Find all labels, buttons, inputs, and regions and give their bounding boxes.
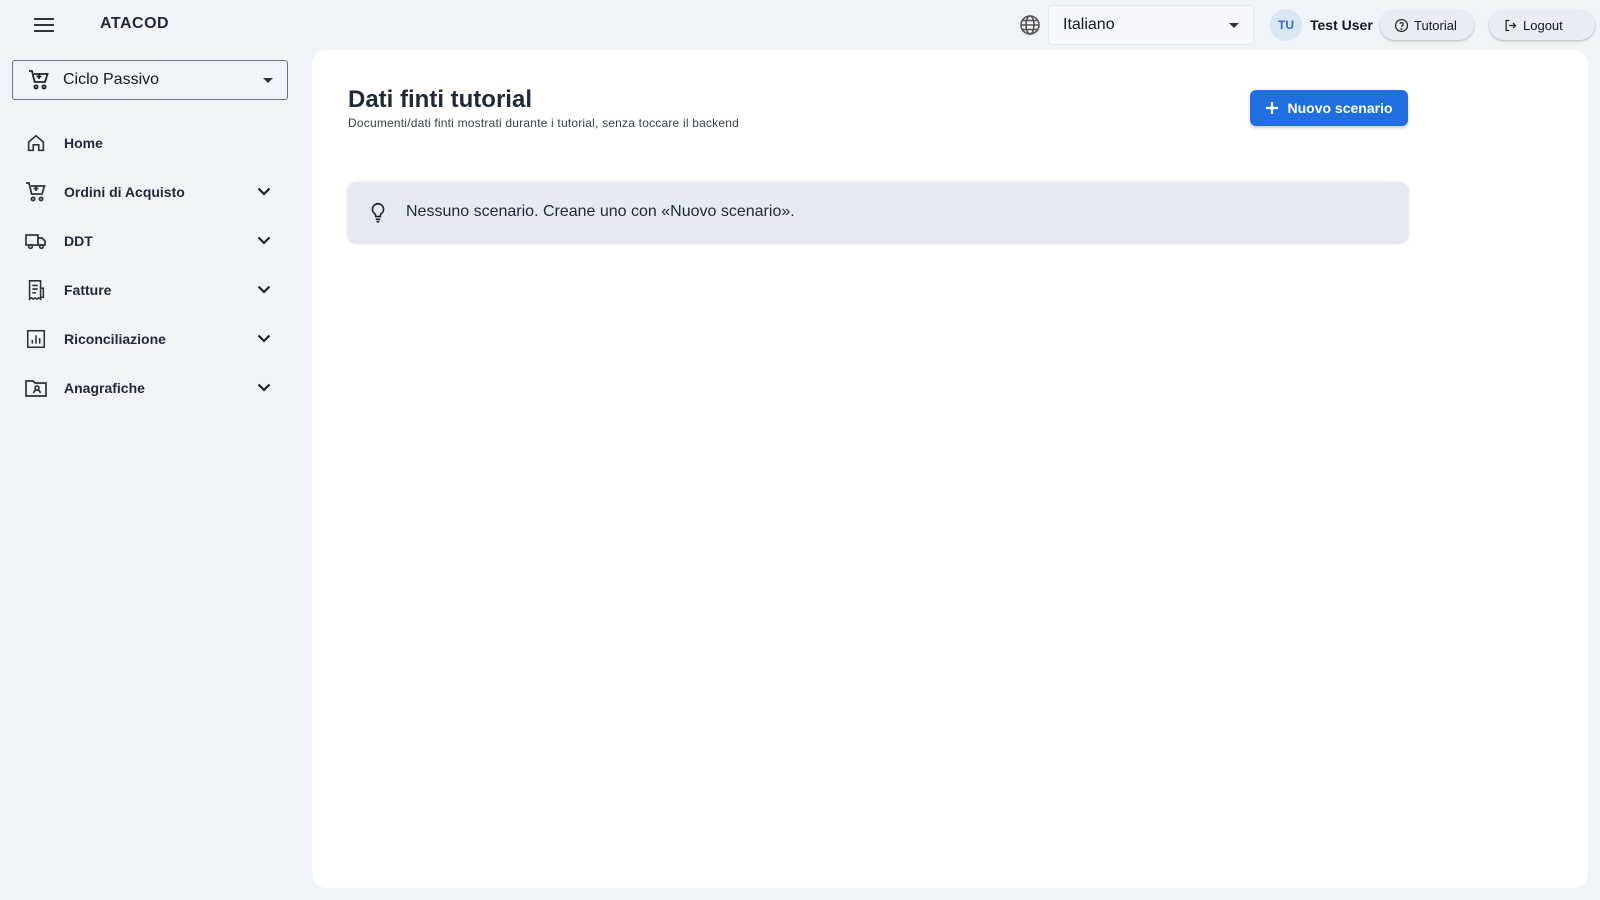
page-subtitle: Documenti/dati finti mostrati durante i … <box>348 116 739 130</box>
new-scenario-button[interactable]: Nuovo scenario <box>1250 90 1408 126</box>
sidebar-item-ddt[interactable]: DDT <box>0 216 300 265</box>
tutorial-button[interactable]: Tutorial <box>1380 10 1474 40</box>
new-scenario-button-label: Nuovo scenario <box>1287 100 1393 116</box>
cycle-select[interactable]: Ciclo Passivo <box>12 60 288 100</box>
sidebar-item-label: Ordini di Acquisto <box>64 183 185 200</box>
sidebar-item-label: Fatture <box>64 281 112 298</box>
avatar[interactable]: TU <box>1270 9 1302 41</box>
logout-icon <box>1505 19 1517 31</box>
contact-folder-icon <box>24 376 48 400</box>
empty-state-message: Nessuno scenario. Creane uno con «Nuovo … <box>406 203 795 220</box>
home-icon <box>24 131 48 155</box>
plus-icon <box>1266 102 1279 114</box>
hamburger-menu-icon[interactable] <box>32 13 56 37</box>
sidebar-item-riconciliazione[interactable]: Riconciliazione <box>0 314 300 363</box>
sidebar-nav: Home Ordini di Acquisto DDT Fatture Rico… <box>0 118 300 412</box>
main-panel: Dati finti tutorial Documenti/dati finti… <box>312 50 1588 888</box>
bar-chart-icon <box>24 327 48 351</box>
sidebar-item-home[interactable]: Home <box>0 118 300 167</box>
globe-icon <box>1018 13 1042 37</box>
chevron-down-icon[interactable] <box>252 277 276 301</box>
truck-icon <box>24 229 48 253</box>
brand-title: ATACOD <box>100 15 170 32</box>
caret-down-icon <box>263 77 273 83</box>
logout-button[interactable]: Logout <box>1489 10 1595 40</box>
help-circle-icon <box>1394 18 1409 32</box>
caret-down-icon <box>1229 22 1239 28</box>
lightbulb-icon <box>366 200 390 224</box>
sidebar-item-anagrafiche[interactable]: Anagrafiche <box>0 363 300 412</box>
cycle-select-value: Ciclo Passivo <box>63 71 160 88</box>
chevron-down-icon[interactable] <box>252 375 276 399</box>
chevron-down-icon[interactable] <box>252 326 276 350</box>
logout-button-label: Logout <box>1523 17 1563 33</box>
shopping-cart-icon <box>29 70 49 90</box>
language-select[interactable]: Italiano <box>1048 5 1254 45</box>
sidebar-item-fatture[interactable]: Fatture <box>0 265 300 314</box>
top-bar: ATACOD Italiano TU Test User Tutorial Lo… <box>0 0 1600 50</box>
tutorial-button-label: Tutorial <box>1414 17 1457 33</box>
language-select-value: Italiano <box>1063 16 1115 33</box>
sidebar-item-label: DDT <box>64 232 93 249</box>
chevron-down-icon[interactable] <box>252 228 276 252</box>
sidebar-item-label: Home <box>64 134 103 151</box>
shopping-cart-icon <box>24 180 48 204</box>
receipt-icon <box>24 278 48 302</box>
chevron-down-icon[interactable] <box>252 179 276 203</box>
sidebar-item-ordini-di-acquisto[interactable]: Ordini di Acquisto <box>0 167 300 216</box>
user-name: Test User <box>1310 17 1373 33</box>
page-title: Dati finti tutorial <box>348 86 532 113</box>
empty-state-alert: Nessuno scenario. Creane uno con «Nuovo … <box>348 182 1408 242</box>
sidebar-item-label: Riconciliazione <box>64 330 166 347</box>
sidebar-item-label: Anagrafiche <box>64 379 145 396</box>
